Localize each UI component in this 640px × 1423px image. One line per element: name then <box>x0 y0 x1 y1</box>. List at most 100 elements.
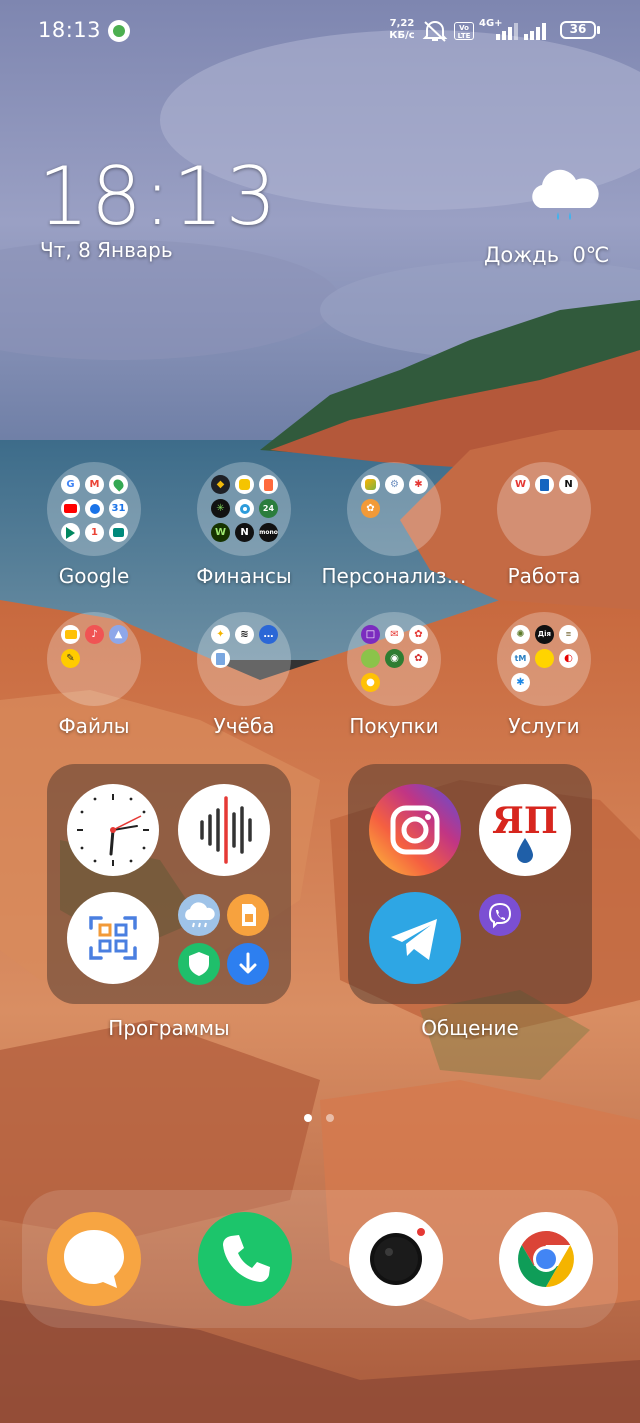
weather-condition: Дождь <box>484 243 560 267</box>
folder-personalization-label: Персонализ… <box>321 564 467 588</box>
shop-app-icon-2: ✉ <box>385 625 404 644</box>
folder-shopping[interactable]: □ ✉ ✿ ◉ ✿ ● <box>347 612 441 706</box>
docs-icon <box>535 475 554 494</box>
crypto-app-icon <box>235 499 254 518</box>
folder-work[interactable]: W N <box>497 462 591 556</box>
google-maps-icon <box>109 475 128 494</box>
folder-services-label: Услуги <box>508 714 580 738</box>
chrome-icon <box>518 1231 574 1287</box>
qr-code-icon <box>89 916 137 960</box>
downloads-app-icon[interactable] <box>227 943 269 985</box>
folder-programs-label: Программы <box>108 1016 230 1040</box>
privat-icon: ✳ <box>211 499 230 518</box>
gmail-icon: M <box>85 475 104 494</box>
file-manager-icon <box>61 625 80 644</box>
folder-google[interactable]: G M 31 1 <box>47 462 141 556</box>
rain-cloud-icon[interactable] <box>526 168 602 224</box>
language-app-icon: … <box>259 625 278 644</box>
battery-level: 36 <box>569 22 587 36</box>
network-speed: 7,22 КБ/с <box>386 18 418 42</box>
shop-app-icon-7: ● <box>361 673 380 692</box>
monobank-icon: mono <box>259 523 278 542</box>
compass-app-icon: ✦ <box>211 625 230 644</box>
camera-icon <box>370 1228 425 1285</box>
paper-plane-icon <box>391 919 437 960</box>
weather-widget[interactable]: Дождь 0℃ <box>484 243 609 267</box>
services-app-icon-3: ≡ <box>559 625 578 644</box>
wallet-app-icon <box>259 475 278 494</box>
status-time: 18:13 <box>38 18 102 42</box>
google-one-icon: 1 <box>85 523 104 542</box>
analog-clock-icon <box>69 786 157 874</box>
viber-app-icon[interactable] <box>479 894 521 936</box>
qr-scanner-app-icon[interactable] <box>67 892 159 984</box>
play-store-icon <box>61 523 80 542</box>
themes-icon <box>361 475 380 494</box>
services-app-icon-4: tM <box>511 649 530 668</box>
sim-toolkit-app-icon[interactable] <box>227 894 269 936</box>
contacts-icon <box>85 499 104 518</box>
notification-app-icon <box>108 20 130 42</box>
weather-app-icon[interactable] <box>178 894 220 936</box>
yap-news-app-icon[interactable]: ЯП <box>479 784 571 876</box>
a24-icon: 24 <box>259 499 278 518</box>
settings-icon: ⚙ <box>385 475 404 494</box>
shop-app-icon-4 <box>361 649 380 668</box>
messages-app-icon[interactable] <box>47 1212 141 1306</box>
status-bar: 18:13 7,22 КБ/с Vo LTE 4G+ 36 <box>0 0 640 62</box>
vodafone-icon: ◐ <box>559 649 578 668</box>
folder-study-label: Учёба <box>213 714 275 738</box>
services-app-icon-5 <box>535 649 554 668</box>
diia-icon: Дія <box>535 625 554 644</box>
signal-icon-sim1 <box>496 23 518 40</box>
volte-icon: Vo LTE <box>454 22 474 40</box>
google-calendar-icon: 31 <box>109 499 128 518</box>
network-speed-value: 7,22 <box>389 18 415 29</box>
page-indicator[interactable] <box>300 1112 340 1124</box>
notion-icon: N <box>559 475 578 494</box>
signal-icon-sim2 <box>524 23 546 40</box>
folder-programs[interactable] <box>47 764 291 1004</box>
bank-app-icon <box>235 475 254 494</box>
clock-app-icon[interactable] <box>67 784 159 876</box>
book-app-icon <box>211 649 230 668</box>
shop-app-icon-3: ✿ <box>409 625 428 644</box>
wps-office-icon: W <box>511 475 530 494</box>
shop-app-icon-6: ✿ <box>409 649 428 668</box>
folder-study[interactable]: ✦ ≋ … <box>197 612 291 706</box>
download-arrow-icon <box>239 952 257 974</box>
folder-files[interactable]: ♪ ▲ ✎ <box>47 612 141 706</box>
phone-icon <box>223 1235 270 1282</box>
phone-app-icon[interactable] <box>198 1212 292 1306</box>
instagram-app-icon[interactable] <box>369 784 461 876</box>
alarm-off-icon <box>422 21 448 42</box>
gallery-icon: ▲ <box>109 625 128 644</box>
youtube-icon <box>61 499 80 518</box>
security-app-icon[interactable] <box>178 943 220 985</box>
shield-icon <box>189 952 209 976</box>
chrome-app-icon[interactable] <box>499 1212 593 1306</box>
wise-icon: W <box>211 523 230 542</box>
viber-phone-icon <box>488 902 512 929</box>
instagram-camera-icon <box>390 805 440 855</box>
wallpaper-app-icon: ✿ <box>361 499 380 518</box>
page-dot-active[interactable] <box>304 1114 312 1122</box>
google-meet-icon <box>109 523 128 542</box>
folder-work-label: Работа <box>507 564 581 588</box>
clock-widget-date[interactable]: Чт, 8 Январь <box>40 238 173 262</box>
page-dot[interactable] <box>326 1114 334 1122</box>
clock-widget-time[interactable]: 18:13 <box>38 150 279 243</box>
folder-shopping-label: Покупки <box>349 714 439 738</box>
battery-nub <box>597 26 600 34</box>
dock <box>22 1190 618 1328</box>
folder-personalization[interactable]: ⚙ ✱ ✿ <box>347 462 441 556</box>
sound-wave-icon <box>200 796 252 864</box>
folder-communication[interactable]: ЯП <box>348 764 592 1004</box>
recorder-app-icon[interactable] <box>178 784 270 876</box>
folder-google-label: Google <box>58 564 130 588</box>
folder-finance[interactable]: ◆ ✳ 24 W N mono <box>197 462 291 556</box>
folder-services[interactable]: ✺ Дія ≡ tM ◐ ✱ <box>497 612 591 706</box>
telegram-app-icon[interactable] <box>369 892 461 984</box>
nova-pay-icon: N <box>235 523 254 542</box>
camera-app-icon[interactable] <box>349 1212 443 1306</box>
